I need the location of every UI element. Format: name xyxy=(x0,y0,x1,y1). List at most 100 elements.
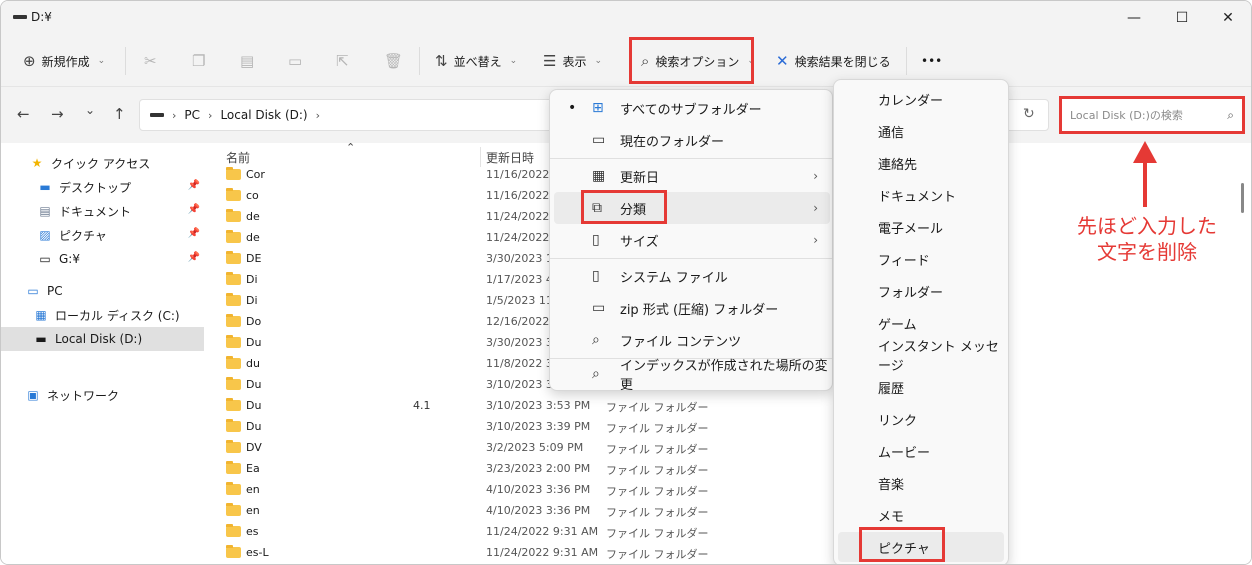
file-extra: 4.1 xyxy=(413,399,431,412)
pin-icon: 📌 xyxy=(187,180,200,191)
share-icon: ⇱ xyxy=(336,52,349,70)
view-button[interactable]: ☰ 表示 ⌄ xyxy=(543,35,602,87)
highlight-pictures xyxy=(859,527,945,562)
table-row[interactable]: es-L 11/24/2022 9:31 AM ファイル フォルダー xyxy=(206,543,1251,564)
pc-icon: ▭ xyxy=(27,284,39,298)
submenu-item[interactable]: 電子メール xyxy=(838,212,1004,242)
table-row[interactable]: DV 3/2/2023 5:09 PM ファイル フォルダー xyxy=(206,438,1251,459)
folder-icon xyxy=(226,335,241,348)
breadcrumb-local-disk[interactable]: Local Disk (D:) xyxy=(220,108,307,122)
submenu-item[interactable]: 連絡先 xyxy=(838,148,1004,178)
scrollbar-thumb[interactable] xyxy=(1241,183,1244,213)
search-icon: ⌕ xyxy=(1227,107,1234,122)
column-divider[interactable] xyxy=(480,147,481,167)
submenu-item[interactable]: カレンダー xyxy=(838,84,1004,114)
menu-item-size[interactable]: ▯ サイズ › xyxy=(554,224,830,256)
kind-submenu: カレンダー 通信 連絡先 ドキュメント 電子メール フィード フォルダー ゲーム インスタント … xyxy=(833,79,1009,564)
refresh-button[interactable]: ↻ xyxy=(1023,106,1035,122)
submenu-item[interactable]: 通信 xyxy=(838,116,1004,146)
submenu-item[interactable]: 履歴 xyxy=(838,372,1004,402)
up-button[interactable]: ↑ xyxy=(113,105,126,123)
column-header-name[interactable]: 名前 xyxy=(226,149,250,166)
desktop-icon: ▬ xyxy=(39,180,51,194)
highlight-kind xyxy=(581,190,667,224)
submenu-item[interactable]: フィード xyxy=(838,244,1004,274)
file-date: 4/10/2023 3:36 PM xyxy=(486,483,591,496)
table-row[interactable]: es 11/24/2022 9:31 AM ファイル フォルダー xyxy=(206,522,1251,543)
submenu-item[interactable]: 音楽 xyxy=(838,468,1004,498)
file-name: du xyxy=(246,357,260,370)
cut-button[interactable]: ✂ xyxy=(144,35,157,87)
sidebar-item-network[interactable]: ▣ ネットワーク xyxy=(1,383,204,407)
close-button[interactable]: ✕ xyxy=(1205,5,1251,31)
new-button[interactable]: ⊕ 新規作成 ⌄ xyxy=(23,35,105,87)
minimize-button[interactable]: — xyxy=(1111,5,1157,31)
back-button[interactable]: ← xyxy=(17,105,30,123)
command-bar: ⊕ 新規作成 ⌄ ✂ ❐ ▤ ▭ ⇱ 🗑 ⇅ 並べ替え ⌄ ☰ 表示 ⌄ ⌕ 検… xyxy=(1,35,1251,87)
paste-button[interactable]: ▤ xyxy=(240,35,254,87)
copy-button[interactable]: ❐ xyxy=(192,35,205,87)
column-header-date[interactable]: 更新日時 xyxy=(486,149,534,166)
breadcrumb-pc[interactable]: PC xyxy=(184,108,200,122)
delete-button[interactable]: 🗑 xyxy=(384,35,403,87)
table-row[interactable]: Du 3/10/2023 3:53 PM ファイル フォルダー 4.1 xyxy=(206,396,1251,417)
window-title: D:¥ xyxy=(31,10,52,24)
submenu-item[interactable]: メモ xyxy=(838,500,1004,530)
menu-item-all-subfolders[interactable]: • ⊞ すべてのサブフォルダー xyxy=(554,92,830,124)
file-name: DE xyxy=(246,252,262,265)
menu-item-modified-date[interactable]: ▦ 更新日 › xyxy=(554,160,830,192)
file-date: 11/8/2022 3: xyxy=(486,357,557,370)
windows-drive-icon: ▦ xyxy=(35,308,47,322)
menu-divider xyxy=(550,258,832,259)
menu-item-change-indexed-locations[interactable]: ⌕ インデックスが作成された場所の変更 xyxy=(554,358,830,393)
file-type: ファイル フォルダー xyxy=(606,485,709,498)
submenu-item[interactable]: リンク xyxy=(838,404,1004,434)
folder-icon xyxy=(226,356,241,369)
folder-icon xyxy=(226,482,241,495)
table-row[interactable]: Ea 3/23/2023 2:00 PM ファイル フォルダー xyxy=(206,459,1251,480)
search-input[interactable]: Local Disk (D:)の検索 xyxy=(1070,107,1183,123)
submenu-item[interactable]: ゲーム xyxy=(838,308,1004,338)
submenu-item[interactable]: インスタント メッセージ xyxy=(838,340,1004,374)
file-date: 1/17/2023 4: xyxy=(486,273,557,286)
network-drive-icon: ▭ xyxy=(39,252,51,266)
submenu-item[interactable]: フォルダー xyxy=(838,276,1004,306)
file-name: Di xyxy=(246,273,258,286)
network-icon: ▣ xyxy=(27,388,39,402)
sort-button[interactable]: ⇅ 並べ替え ⌄ xyxy=(435,35,517,87)
sort-icon: ⇅ xyxy=(435,52,448,70)
forward-button[interactable]: → xyxy=(51,105,64,123)
sidebar-item-quick-access[interactable]: ★ クイック アクセス xyxy=(1,151,204,175)
menu-item-zip-folders[interactable]: ▭ zip 形式 (圧縮) フォルダー xyxy=(554,292,830,324)
system-file-icon: ▯ xyxy=(592,268,600,284)
folder-icon xyxy=(226,377,241,390)
menu-item-current-folder[interactable]: ▭ 現在のフォルダー xyxy=(554,124,830,156)
file-name: Du xyxy=(246,420,262,433)
sidebar-item-documents[interactable]: ▤ ドキュメント 📌 xyxy=(1,199,204,223)
maximize-button[interactable]: ☐ xyxy=(1159,5,1205,31)
sidebar-item-desktop[interactable]: ▬ デスクトップ 📌 xyxy=(1,175,204,199)
menu-item-file-contents[interactable]: ⌕ ファイル コンテンツ xyxy=(554,324,830,356)
sidebar-item-local-d[interactable]: ▬ Local Disk (D:) xyxy=(1,327,204,351)
index-search-icon: ⌕ xyxy=(592,366,600,382)
chevron-right-icon: › xyxy=(315,108,320,122)
menu-item-system-files[interactable]: ▯ システム ファイル xyxy=(554,260,830,292)
sidebar-item-g-drive[interactable]: ▭ G:¥ 📌 xyxy=(1,247,204,271)
sidebar-item-local-c[interactable]: ▦ ローカル ディスク (C:) xyxy=(1,303,204,327)
sidebar-item-pictures[interactable]: ▨ ピクチャ 📌 xyxy=(1,223,204,247)
submenu-item[interactable]: ドキュメント xyxy=(838,180,1004,210)
chevron-right-icon: › xyxy=(172,108,177,122)
sidebar-item-pc[interactable]: ▭ PC xyxy=(1,279,204,303)
search-box[interactable]: Local Disk (D:)の検索 ⌕ xyxy=(1059,96,1245,134)
recent-locations-button[interactable]: ⌄ xyxy=(85,103,95,117)
submenu-item[interactable]: ムービー xyxy=(838,436,1004,466)
table-row[interactable]: en 4/10/2023 3:36 PM ファイル フォルダー xyxy=(206,480,1251,501)
table-row[interactable]: en 4/10/2023 3:36 PM ファイル フォルダー xyxy=(206,501,1251,522)
menu-label: 更新日 xyxy=(620,170,660,186)
new-label: 新規作成 xyxy=(41,54,90,69)
folder-icon xyxy=(226,440,241,453)
share-button[interactable]: ⇱ xyxy=(336,35,349,87)
rename-button[interactable]: ▭ xyxy=(288,35,302,87)
zip-folder-icon: ▭ xyxy=(592,300,606,316)
table-row[interactable]: Du 3/10/2023 3:39 PM ファイル フォルダー xyxy=(206,417,1251,438)
